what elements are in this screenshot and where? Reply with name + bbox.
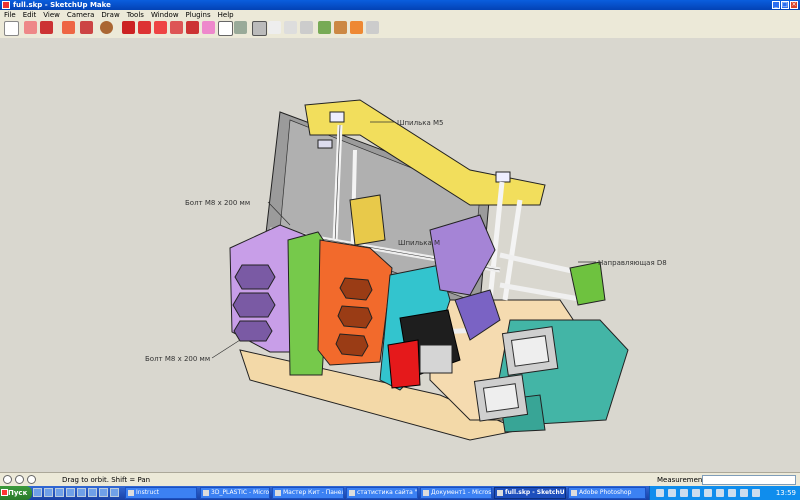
- taskbar-item-document1[interactable]: Документ1 - Microsoft ...: [420, 487, 492, 499]
- quick-launch: [33, 488, 119, 497]
- taskbar-item-3d-plastic[interactable]: 3D_PLASTIC - Microsof...: [200, 487, 270, 499]
- materials-icon[interactable]: [350, 21, 363, 34]
- arc-icon[interactable]: [80, 21, 93, 34]
- rotate-icon[interactable]: [154, 21, 167, 34]
- tray-icon[interactable]: [692, 489, 700, 497]
- measurements-input[interactable]: [702, 475, 796, 485]
- menu-bar: File Edit View Camera Draw Tools Window …: [0, 10, 800, 20]
- dimension-icon[interactable]: [234, 21, 247, 34]
- minimize-button[interactable]: _: [772, 1, 780, 9]
- close-button[interactable]: ×: [790, 1, 798, 9]
- status-message: Drag to orbit. Shift = Pan: [62, 476, 151, 484]
- tray-icon[interactable]: [668, 489, 676, 497]
- help-icon[interactable]: [27, 475, 36, 484]
- start-button[interactable]: Пуск: [0, 486, 32, 500]
- orbit-icon[interactable]: [252, 21, 267, 36]
- annotation-stud-top: Шпилька М5: [397, 119, 443, 127]
- quick-launch-icon[interactable]: [110, 488, 119, 497]
- menu-file[interactable]: File: [4, 10, 16, 20]
- quick-launch-icon[interactable]: [55, 488, 64, 497]
- warehouse-icon[interactable]: [366, 21, 379, 34]
- menu-camera[interactable]: Camera: [67, 10, 94, 20]
- menu-window[interactable]: Window: [151, 10, 179, 20]
- menu-view[interactable]: View: [43, 10, 60, 20]
- taskbar-item-master-kit[interactable]: Мастер Кит - Панель ...: [272, 487, 344, 499]
- zoom-extents-icon[interactable]: [300, 21, 313, 34]
- main-toolbar: [0, 20, 800, 39]
- geo-location-icon[interactable]: [3, 475, 12, 484]
- quick-launch-icon[interactable]: [88, 488, 97, 497]
- menu-plugins[interactable]: Plugins: [186, 10, 211, 20]
- move-icon[interactable]: [122, 21, 135, 34]
- menu-tools[interactable]: Tools: [127, 10, 144, 20]
- status-bar: Drag to orbit. Shift = Pan Measurements: [0, 472, 800, 487]
- menu-draw[interactable]: Draw: [101, 10, 119, 20]
- annotation-stud-mid: Шпилька М: [398, 239, 440, 247]
- tray-icon[interactable]: [728, 489, 736, 497]
- tray-icon[interactable]: [716, 489, 724, 497]
- taskbar-item-sketchup[interactable]: full.skp - SketchUp ...: [494, 487, 566, 499]
- quick-launch-icon[interactable]: [44, 488, 53, 497]
- title-bar: full.skp - SketchUp Make _ □ ×: [0, 0, 800, 10]
- quick-launch-icon[interactable]: [33, 488, 42, 497]
- credits-icon[interactable]: [15, 475, 24, 484]
- menu-help[interactable]: Help: [218, 10, 234, 20]
- zoom-icon[interactable]: [284, 21, 297, 34]
- eraser-icon[interactable]: [24, 21, 37, 34]
- quick-launch-icon[interactable]: [99, 488, 108, 497]
- tray-icon[interactable]: [704, 489, 712, 497]
- offset-icon[interactable]: [170, 21, 183, 34]
- followme-icon[interactable]: [186, 21, 199, 34]
- tray-icon[interactable]: [656, 489, 664, 497]
- paint-icon[interactable]: [40, 21, 53, 34]
- drawing-viewport[interactable]: Шпилька М5 Болт М8 х 200 мм Шпилька М На…: [0, 38, 800, 472]
- measurements-label: Measurements: [657, 476, 709, 484]
- tray-icon[interactable]: [680, 489, 688, 497]
- circle-icon[interactable]: [100, 21, 113, 34]
- components-icon[interactable]: [334, 21, 347, 34]
- menu-edit[interactable]: Edit: [23, 10, 37, 20]
- taskbar: Пуск Instruct 3D_PLASTIC - Microsof... М…: [0, 486, 800, 500]
- text-icon[interactable]: [218, 21, 233, 36]
- pushpull-icon[interactable]: [138, 21, 151, 34]
- walk-icon[interactable]: [318, 21, 331, 34]
- pencil-icon[interactable]: [62, 21, 75, 34]
- model-3d: Шпилька М5 Болт М8 х 200 мм Шпилька М На…: [145, 99, 667, 441]
- quick-launch-icon[interactable]: [77, 488, 86, 497]
- select-icon[interactable]: [4, 21, 19, 36]
- annotation-bolt-bottom: Болт М8 х 200 мм: [145, 355, 210, 363]
- tray-icon[interactable]: [752, 489, 760, 497]
- clock[interactable]: 13:59: [776, 486, 796, 500]
- tape-icon[interactable]: [202, 21, 215, 34]
- system-tray: 13:59: [649, 486, 800, 500]
- quick-launch-icon[interactable]: [66, 488, 75, 497]
- pan-icon[interactable]: [268, 21, 281, 34]
- sketchup-app-icon[interactable]: [2, 1, 10, 9]
- tray-icon[interactable]: [740, 489, 748, 497]
- annotation-bolt-top: Болт М8 х 200 мм: [185, 199, 250, 207]
- taskbar-item-instruct[interactable]: Instruct: [125, 487, 197, 499]
- taskbar-item-statistics[interactable]: статистика сайта "3D ...: [346, 487, 418, 499]
- window-title: full.skp - SketchUp Make: [13, 1, 111, 9]
- annotation-guide: Направляющая D8: [598, 259, 667, 267]
- taskbar-item-photoshop[interactable]: Adobe Photoshop: [568, 487, 646, 499]
- maximize-button[interactable]: □: [781, 1, 789, 9]
